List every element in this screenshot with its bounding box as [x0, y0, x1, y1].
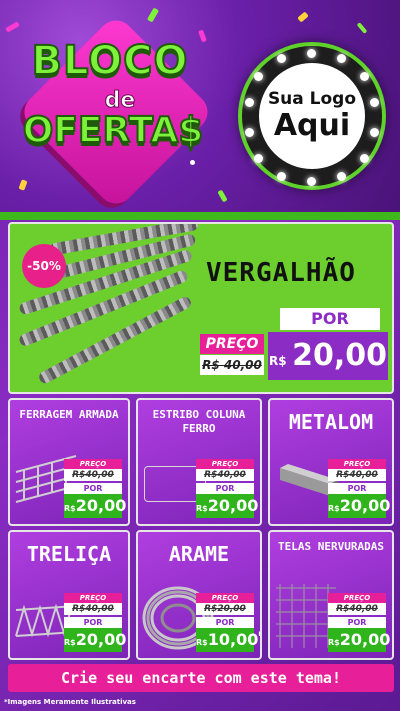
featured-por-label: POR	[280, 308, 380, 330]
new-price: 10,00	[207, 630, 259, 649]
por-label: POR	[196, 617, 254, 628]
product-name: FERRAGEM ARMADA	[19, 408, 119, 421]
new-price: 20,00	[339, 630, 391, 649]
cta-banner[interactable]: Crie seu encarte com este tema!	[8, 664, 394, 692]
currency: R$	[328, 638, 340, 647]
por-label: POR	[64, 617, 122, 628]
header-banner: BLOCO de OFERTA$ Sua Logo Aqui	[0, 0, 400, 212]
por-label: POR	[328, 617, 386, 628]
product-name: TRELIÇA	[26, 542, 112, 566]
old-price: R$40,00	[64, 603, 122, 615]
title-ofertas: OFERTA$	[22, 109, 205, 152]
old-price: R$40,00	[64, 469, 122, 481]
footnote: *Imagens Meramente Ilustrativas	[4, 698, 136, 706]
preco-label: PREÇO	[196, 593, 254, 603]
old-price: R$40,00	[328, 603, 386, 615]
featured-new-price: 20,00	[292, 338, 388, 373]
featured-product-card: -50% VERGALHÃO PREÇO R$ 40,00 POR R$ 20,…	[8, 222, 394, 394]
price-box: PREÇO R$40,00 POR R$20,00	[196, 459, 258, 518]
old-price: R$40,00	[196, 469, 254, 481]
old-price: R$20,00	[196, 603, 254, 615]
logo-text-line1: Sua Logo	[267, 89, 357, 109]
new-price: 20,00	[207, 496, 259, 515]
new-price: 20,00	[339, 496, 391, 515]
por-label: POR	[328, 483, 386, 494]
currency: R$	[64, 638, 76, 647]
divider	[0, 212, 400, 220]
price-box: PREÇO R$40,00 POR R$20,00	[64, 459, 126, 518]
price-box: PREÇO R$20,00 POR R$10,00M²	[196, 593, 260, 652]
new-price-box: R$20,00	[64, 628, 126, 652]
new-price: 20,00	[75, 630, 127, 649]
product-card: FERRAGEM ARMADA PREÇO R$40,00 POR R$20,0…	[8, 398, 130, 526]
por-label: POR	[64, 483, 122, 494]
por-label: POR	[196, 483, 254, 494]
unit: M²	[258, 631, 260, 638]
discount-badge: -50%	[22, 244, 66, 288]
logo-text-line2: Aqui	[273, 108, 351, 143]
product-card: METALOM PREÇO R$40,00 POR R$20,00	[268, 398, 394, 526]
product-name: METALOM	[288, 410, 374, 434]
title-bloco: BLOCO	[31, 37, 189, 85]
product-card: ESTRIBO COLUNA FERRO PREÇO R$40,00 POR R…	[136, 398, 262, 526]
product-name: ARAME	[168, 542, 230, 566]
new-price-box: R$20,00	[64, 494, 126, 518]
featured-new-price-box: R$ 20,00	[268, 332, 388, 380]
preco-label: PREÇO	[328, 593, 386, 603]
preco-label: PREÇO	[328, 459, 386, 469]
product-name: ESTRIBO COLUNA FERRO	[152, 408, 246, 435]
price-box: PREÇO R$40,00 POR R$20,00	[328, 593, 390, 652]
preco-label: PREÇO	[196, 459, 254, 469]
tela-mesh-image	[276, 584, 336, 648]
featured-product-name: VERGALHÃO	[206, 258, 356, 288]
currency: R$	[196, 638, 208, 647]
currency: R$	[196, 504, 208, 513]
new-price-box: R$20,00	[328, 494, 390, 518]
currency: R$	[328, 504, 340, 513]
product-card: TELAS NERVURADAS PREÇO R$40,00 POR R$20,…	[268, 530, 394, 660]
featured-old-price: R$ 40,00	[200, 355, 264, 375]
product-card: ARAME PREÇO R$20,00 POR R$10,00M²	[136, 530, 262, 660]
price-box: PREÇO R$40,00 POR R$20,00	[64, 593, 126, 652]
featured-preco-label: PREÇO	[200, 334, 264, 354]
logo-placeholder: Sua Logo Aqui	[238, 42, 386, 190]
new-price-box: R$10,00M²	[196, 628, 260, 652]
product-name: TELAS NERVURADAS	[278, 540, 384, 553]
new-price-box: R$20,00	[328, 628, 390, 652]
featured-currency: R$	[268, 354, 287, 368]
currency: R$	[64, 504, 76, 513]
product-card: TRELIÇA PREÇO R$40,00 POR R$20,00	[8, 530, 130, 660]
new-price-box: R$20,00	[196, 494, 258, 518]
preco-label: PREÇO	[64, 459, 122, 469]
preco-label: PREÇO	[64, 593, 122, 603]
price-box: PREÇO R$40,00 POR R$20,00	[328, 459, 390, 518]
new-price: 20,00	[75, 496, 127, 515]
old-price: R$40,00	[328, 469, 386, 481]
